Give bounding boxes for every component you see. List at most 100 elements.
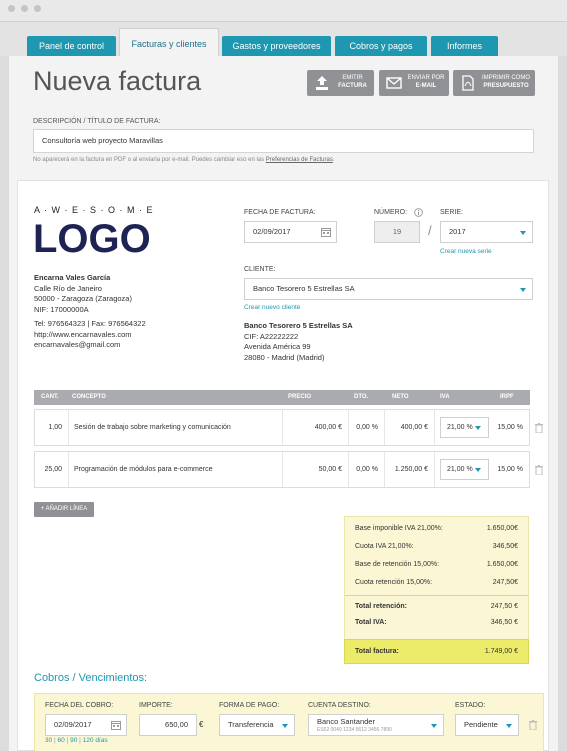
description-input[interactable]: Consultoría web proyecto Maravillas — [33, 129, 534, 153]
cell-dto[interactable]: 0,00 % — [349, 452, 385, 487]
estado-select[interactable]: Pendiente — [455, 714, 519, 736]
forma-pago-select[interactable]: Transferencia — [219, 714, 295, 736]
cuenta-destino-select[interactable]: Banco Santander ES02 0049 1234 5612 3456… — [308, 714, 444, 736]
cliente-address-1: Avenida América 99 — [244, 342, 311, 351]
tab-informes[interactable]: Informes — [431, 36, 498, 56]
days-120-link[interactable]: 120 — [83, 737, 94, 744]
cell-precio[interactable]: 50,00 € — [283, 452, 349, 487]
crear-serie-link[interactable]: Crear nueva serie — [440, 248, 492, 255]
preferencias-facturas-link[interactable]: Preferencias de Facturas — [266, 157, 333, 163]
window-minimize-dot[interactable] — [21, 5, 28, 12]
cell-dto[interactable]: 0,00 % — [349, 410, 385, 445]
fecha-cobro-label: FECHA DEL COBRO: — [45, 702, 114, 709]
cliente-address-2: 28080 - Madrid (Madrid) — [244, 352, 325, 362]
hint-end: . — [332, 157, 335, 163]
description-label: DESCRIPCIÓN / TÍTULO DE FACTURA: — [33, 118, 161, 125]
total-retencion-row: Total retención: 247,50 € — [355, 603, 518, 610]
col-precio: PRECIO — [288, 394, 312, 400]
estado-value: Pendiente — [464, 720, 498, 729]
calendar-icon[interactable] — [321, 227, 331, 237]
total-factura-box: Total factura: 1.749,00 € — [344, 639, 529, 664]
add-line-button[interactable]: + AÑADIR LÍNEA — [34, 502, 94, 517]
tab-panel-de-control[interactable]: Panel de control — [27, 36, 116, 56]
iva-select[interactable]: 21,00 % — [440, 417, 489, 438]
emitir-factura-button[interactable]: EMITIR FACTURA — [307, 70, 374, 96]
fecha-factura-label: FECHA DE FACTURA: — [244, 209, 316, 216]
days-shortcuts: 30 | 60 | 90 | 120 días — [45, 737, 108, 744]
emisor-address-1: Calle Río de Janeiro — [34, 283, 102, 293]
tab-gastos-y-proveedores[interactable]: Gastos y proveedores — [222, 36, 331, 56]
logo-tagline: A · W · E · S · O · M · E — [34, 205, 154, 215]
cuenta-number: ES02 0049 1234 5612 3456 7890 — [317, 727, 392, 733]
tab-cobros-y-pagos[interactable]: Cobros y pagos — [335, 36, 427, 56]
total-iva-label: Total IVA: — [355, 619, 387, 626]
window-zoom-dot[interactable] — [34, 5, 41, 12]
info-icon[interactable] — [414, 208, 423, 217]
calendar-icon[interactable] — [111, 720, 121, 730]
total-row-value: 247,50€ — [492, 579, 518, 586]
trash-icon[interactable] — [529, 720, 537, 730]
cliente-details: Banco Tesorero 5 Estrellas SA CIF: A2222… — [244, 321, 353, 363]
cell-cant[interactable]: 1,00 — [35, 410, 69, 445]
cell-concepto[interactable]: Sesión de trabajo sobre marketing y comu… — [69, 410, 283, 445]
serie-select[interactable]: 2017 — [440, 221, 533, 243]
forma-pago-value: Transferencia — [228, 720, 274, 729]
importe-unit: € — [199, 720, 204, 729]
col-dto: DTO. — [354, 394, 369, 400]
trash-icon[interactable] — [535, 465, 543, 475]
crear-cliente-link[interactable]: Crear nuevo cliente — [244, 304, 300, 311]
cell-cant[interactable]: 25,00 — [35, 452, 69, 487]
total-factura-row: Total factura: 1.749,00 € — [355, 648, 518, 655]
upload-icon — [316, 76, 328, 90]
cuenta-destino-label: CUENTA DESTINO: — [308, 702, 371, 709]
divider — [345, 595, 528, 596]
total-row: Cuota IVA 21,00%: 346,50€ — [355, 543, 518, 550]
imprimir-presupuesto-button[interactable]: IMPRIMIR COMO PRESUPUESTO — [453, 70, 535, 96]
chevron-down-icon — [520, 288, 526, 292]
cliente-value: Banco Tesorero 5 Estrellas SA — [253, 284, 355, 293]
cliente-label: CLIENTE: — [244, 266, 276, 273]
serie-value: 2017 — [449, 227, 466, 236]
numero-input[interactable]: 19 — [374, 221, 420, 243]
emisor-phones: Tel: 976564323 | Fax: 976564322 — [34, 319, 146, 328]
cell-precio[interactable]: 400,00 € — [283, 410, 349, 445]
cell-irpf[interactable]: 15,00 % — [493, 452, 529, 487]
cell-concepto[interactable]: Programación de módulos para e-commerce — [69, 452, 283, 487]
total-iva-row: Total IVA: 346,50 € — [355, 619, 518, 626]
cell-irpf[interactable]: 15,00 % — [493, 410, 529, 445]
enviar-email-button[interactable]: ENVIAR POR E-MAIL — [379, 70, 449, 96]
cliente-cif: CIF: A22222222 — [244, 331, 299, 341]
iva-select[interactable]: 21,00 % — [440, 459, 489, 480]
total-row-value: 1.650,00€ — [486, 561, 518, 568]
table-row: 1,00 Sesión de trabajo sobre marketing y… — [34, 409, 530, 446]
emitir-label-2: FACTURA — [338, 83, 367, 89]
fecha-factura-input[interactable]: 02/09/2017 — [244, 221, 337, 243]
fecha-cobro-input[interactable]: 02/09/2017 — [45, 714, 127, 736]
importe-input[interactable]: 650,00 — [139, 714, 197, 736]
total-row-label: Base de retención 15,00%: — [355, 561, 440, 568]
serie-label: SERIE: — [440, 209, 463, 216]
company-logo: LOGO — [33, 217, 151, 261]
total-retencion-value: 247,50 € — [490, 603, 518, 610]
fecha-cobro-value: 02/09/2017 — [54, 720, 92, 729]
total-row: Base imponible IVA 21,00%: 1.650,00€ — [355, 525, 518, 532]
col-concepto: CONCEPTO — [72, 394, 106, 400]
trash-icon[interactable] — [535, 423, 543, 433]
total-factura-value: 1.749,00 € — [484, 648, 518, 655]
total-row-label: Cuota retención 15,00%: — [355, 579, 433, 586]
emisor-nif: NIF: 17000000A — [34, 304, 89, 314]
numero-serie-separator: / — [428, 223, 432, 238]
col-iva: IVA — [440, 394, 450, 400]
total-iva-value: 346,50 € — [490, 619, 518, 626]
pdf-icon — [462, 75, 474, 91]
cliente-select[interactable]: Banco Tesorero 5 Estrellas SA — [244, 278, 533, 300]
invoice-card: A · W · E · S · O · M · E LOGO Encarna V… — [17, 180, 549, 751]
forma-pago-label: FORMA DE PAGO: — [219, 702, 280, 709]
total-row-value: 1.650,00€ — [486, 525, 518, 532]
cobros-title: Cobros / Vencimientos: — [34, 672, 148, 684]
fecha-factura-value: 02/09/2017 — [253, 227, 291, 236]
days-60-link[interactable]: 60 — [58, 737, 65, 744]
window-close-dot[interactable] — [8, 5, 15, 12]
chevron-down-icon — [475, 426, 481, 430]
tab-facturas-y-clientes[interactable]: Facturas y clientes — [119, 28, 219, 56]
